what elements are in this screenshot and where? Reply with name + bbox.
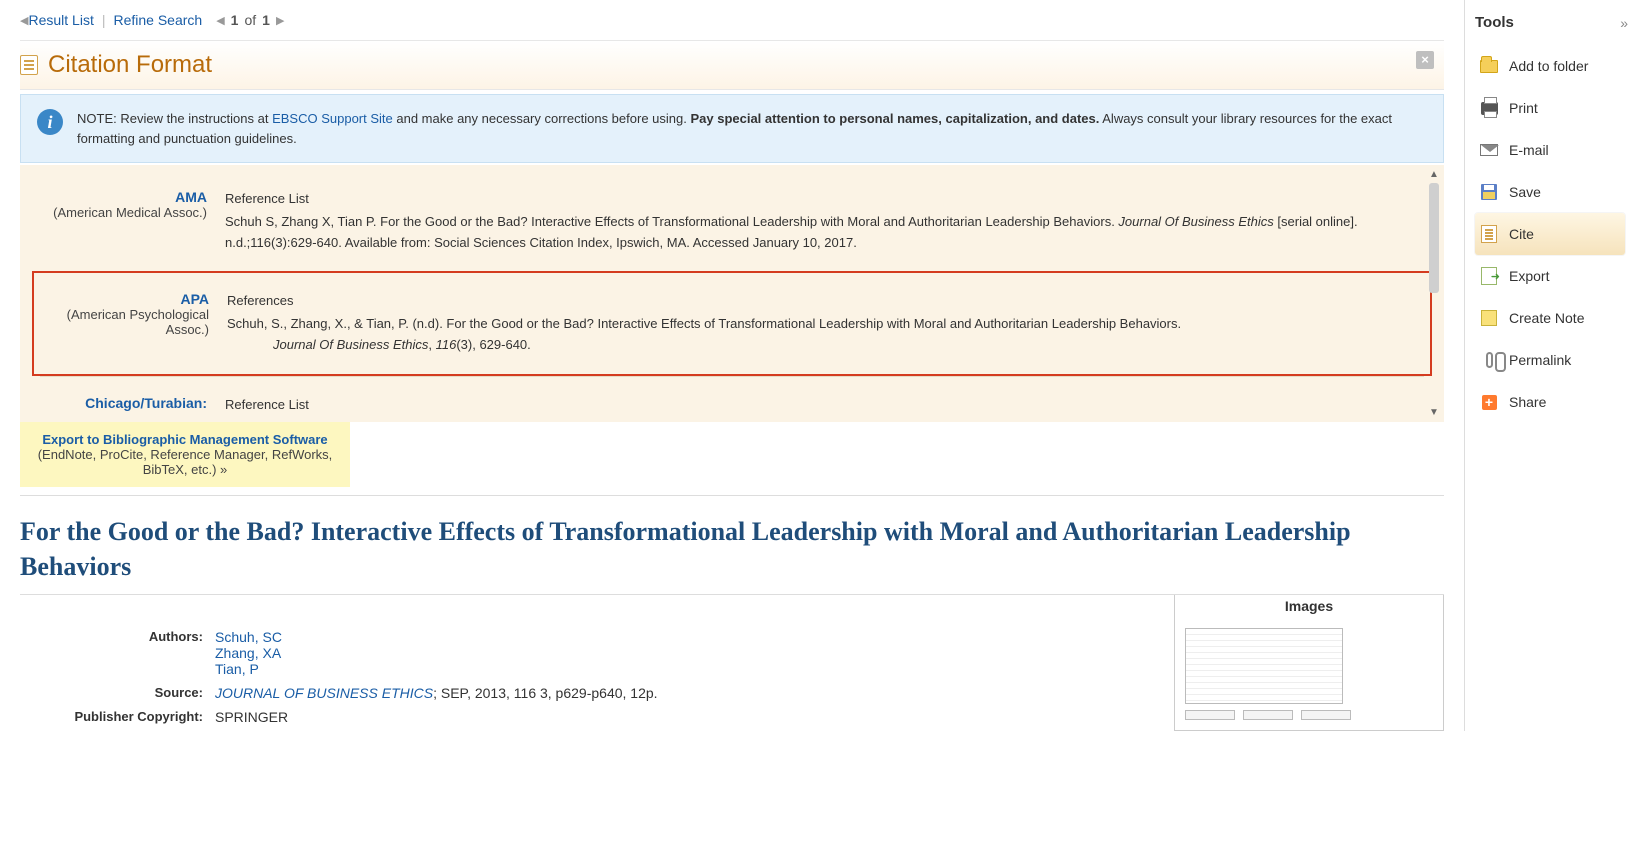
citation-header: Citation Format × [20, 40, 1444, 90]
pager-prev-icon[interactable]: ◀ [216, 14, 224, 27]
mail-icon [1479, 141, 1499, 159]
format-label: APA [42, 291, 209, 307]
chevron-right-icon[interactable]: » [1620, 15, 1625, 31]
tool-share[interactable]: + Share [1475, 381, 1625, 423]
citation-row-apa-highlight: APA (American Psychological Assoc.) Refe… [32, 271, 1432, 375]
scroll-up-icon[interactable]: ▲ [1428, 169, 1440, 180]
close-icon[interactable]: × [1416, 51, 1434, 69]
link-icon [1479, 351, 1499, 369]
citation-title: Citation Format [48, 51, 212, 79]
save-icon [1479, 183, 1499, 201]
pager: ◀ 1 of 1 ▶ [216, 12, 284, 28]
folder-icon [1479, 57, 1499, 75]
source-link[interactable]: JOURNAL OF BUSINESS ETHICS [215, 685, 433, 701]
cite-icon [1479, 225, 1499, 243]
note-icon [1479, 309, 1499, 327]
tool-permalink[interactable]: Permalink [1475, 339, 1625, 381]
scrollbar[interactable] [1429, 183, 1439, 293]
export-box: Export to Bibliographic Management Softw… [20, 422, 350, 487]
citation-row-chicago: Chicago/Turabian: Reference List [40, 376, 1424, 422]
note-box: i NOTE: Review the instructions at EBSCO… [20, 94, 1444, 163]
citation-list: ▲ AMA (American Medical Assoc.) Referenc… [20, 165, 1444, 422]
result-list-link[interactable]: Result List [28, 12, 93, 28]
tool-export[interactable]: Export [1475, 255, 1625, 297]
article-title: For the Good or the Bad? Interactive Eff… [20, 495, 1444, 595]
author-link[interactable]: Schuh, SC [215, 629, 1154, 645]
format-label: Chicago/Turabian: [40, 395, 207, 411]
image-thumbnail[interactable] [1185, 710, 1235, 720]
chevron-left-icon: ◀ [20, 14, 28, 27]
tools-heading: Tools [1475, 14, 1514, 31]
citation-row-apa: APA (American Psychological Assoc.) Refe… [42, 273, 1422, 373]
source-label: Source: [20, 685, 215, 701]
print-icon [1479, 99, 1499, 117]
export-biblio-link[interactable]: Export to Bibliographic Management Softw… [42, 432, 327, 447]
image-thumbnail[interactable] [1301, 710, 1351, 720]
support-site-link[interactable]: EBSCO Support Site [272, 111, 393, 126]
tools-sidebar: Tools » Add to folder Print E-mail Save … [1465, 0, 1635, 731]
author-link[interactable]: Zhang, XA [215, 645, 1154, 661]
tool-print[interactable]: Print [1475, 87, 1625, 129]
format-label: AMA [40, 189, 207, 205]
export-icon [1479, 267, 1499, 285]
citation-row-ama: AMA (American Medical Assoc.) Reference … [40, 171, 1424, 271]
tool-email[interactable]: E-mail [1475, 129, 1625, 171]
tool-cite[interactable]: Cite [1475, 213, 1625, 255]
author-link[interactable]: Tian, P [215, 661, 1154, 677]
pager-next-icon[interactable]: ▶ [276, 14, 284, 27]
image-thumbnail[interactable] [1243, 710, 1293, 720]
publisher-value: SPRINGER [215, 709, 1154, 725]
refine-search-link[interactable]: Refine Search [113, 12, 202, 28]
authors-label: Authors: [20, 629, 215, 677]
images-heading: Images [1175, 595, 1443, 622]
scroll-down-icon[interactable]: ▼ [1428, 407, 1440, 418]
images-panel: Images [1174, 595, 1444, 731]
tool-add-folder[interactable]: Add to folder [1475, 45, 1625, 87]
share-icon: + [1479, 393, 1499, 411]
image-thumbnail[interactable] [1185, 628, 1343, 704]
info-icon: i [37, 109, 63, 135]
tool-save[interactable]: Save [1475, 171, 1625, 213]
document-icon [20, 55, 38, 75]
breadcrumb-pager: ◀ Result List | Refine Search ◀ 1 of 1 ▶ [20, 0, 1444, 40]
publisher-label: Publisher Copyright: [20, 709, 215, 725]
tool-create-note[interactable]: Create Note [1475, 297, 1625, 339]
